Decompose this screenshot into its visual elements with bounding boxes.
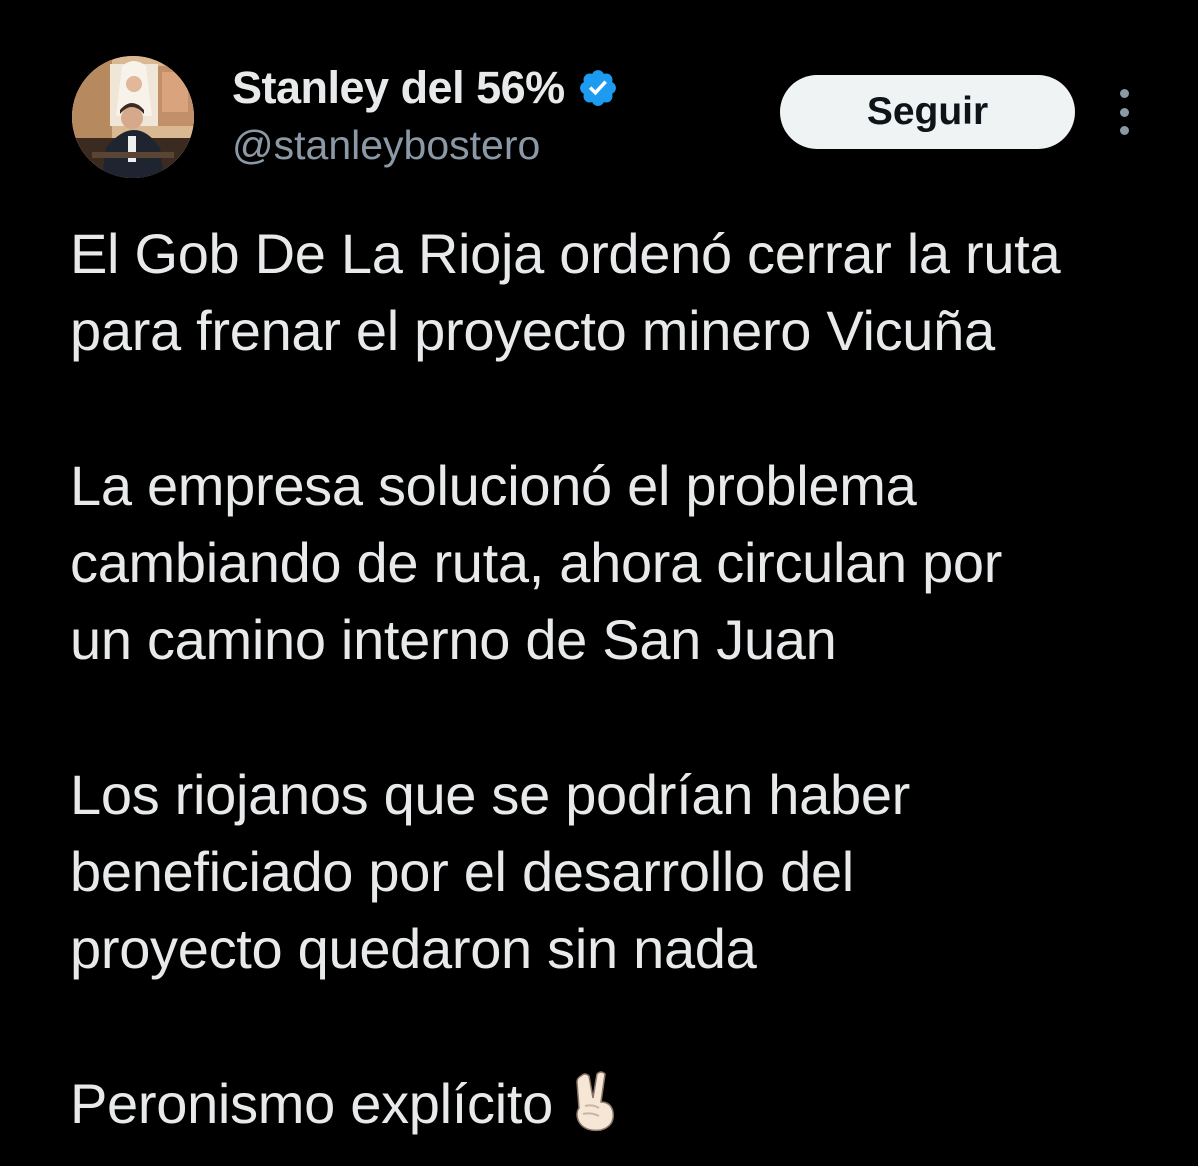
author-handle[interactable]: @stanleybostero bbox=[232, 122, 619, 169]
tweet-line: El Gob De La Rioja ordenó cerrar la ruta bbox=[70, 222, 1061, 285]
tweet-line: un camino interno de San Juan bbox=[70, 608, 837, 671]
tweet-line-with-emoji: Peronismo explícito bbox=[70, 1065, 1170, 1142]
more-dot bbox=[1119, 107, 1129, 117]
more-dot bbox=[1119, 126, 1129, 135]
author-identity: Stanley del 56% @stanleybostero bbox=[232, 60, 619, 169]
victory-hand-icon bbox=[567, 1068, 623, 1134]
avatar-image bbox=[72, 56, 194, 178]
tweet-paragraph: El Gob De La Rioja ordenó cerrar la ruta… bbox=[70, 215, 1170, 369]
follow-button[interactable]: Seguir bbox=[780, 75, 1075, 149]
tweet-paragraph: La empresa solucionó el problema cambian… bbox=[70, 447, 1170, 678]
tweet-paragraph: Los riojanos que se podrían haber benefi… bbox=[70, 756, 1170, 987]
tweet-line: La empresa solucionó el problema bbox=[70, 454, 917, 517]
more-dot bbox=[1119, 89, 1129, 98]
tweet-line: Peronismo explícito bbox=[70, 1072, 553, 1135]
tweet-paragraph: Peronismo explícito bbox=[70, 1065, 1170, 1142]
tweet-line: cambiando de ruta, ahora circulan por bbox=[70, 531, 1003, 594]
tweet-line: beneficiado por el desarrollo del bbox=[70, 840, 854, 903]
tweet-header: Stanley del 56% @stanleybostero Seguir bbox=[72, 56, 1142, 180]
tweet-line: proyecto quedaron sin nada bbox=[70, 917, 757, 980]
tweet-line: Los riojanos que se podrían haber bbox=[70, 763, 911, 826]
tweet-text: El Gob De La Rioja ordenó cerrar la ruta… bbox=[70, 215, 1170, 1142]
name-row: Stanley del 56% bbox=[232, 60, 619, 116]
verified-badge-icon bbox=[577, 67, 619, 109]
display-name[interactable]: Stanley del 56% bbox=[232, 62, 565, 114]
avatar[interactable] bbox=[72, 56, 194, 178]
tweet-line: para frenar el proyecto minero Vicuña bbox=[70, 299, 995, 362]
more-vertical-icon[interactable] bbox=[1106, 89, 1142, 135]
